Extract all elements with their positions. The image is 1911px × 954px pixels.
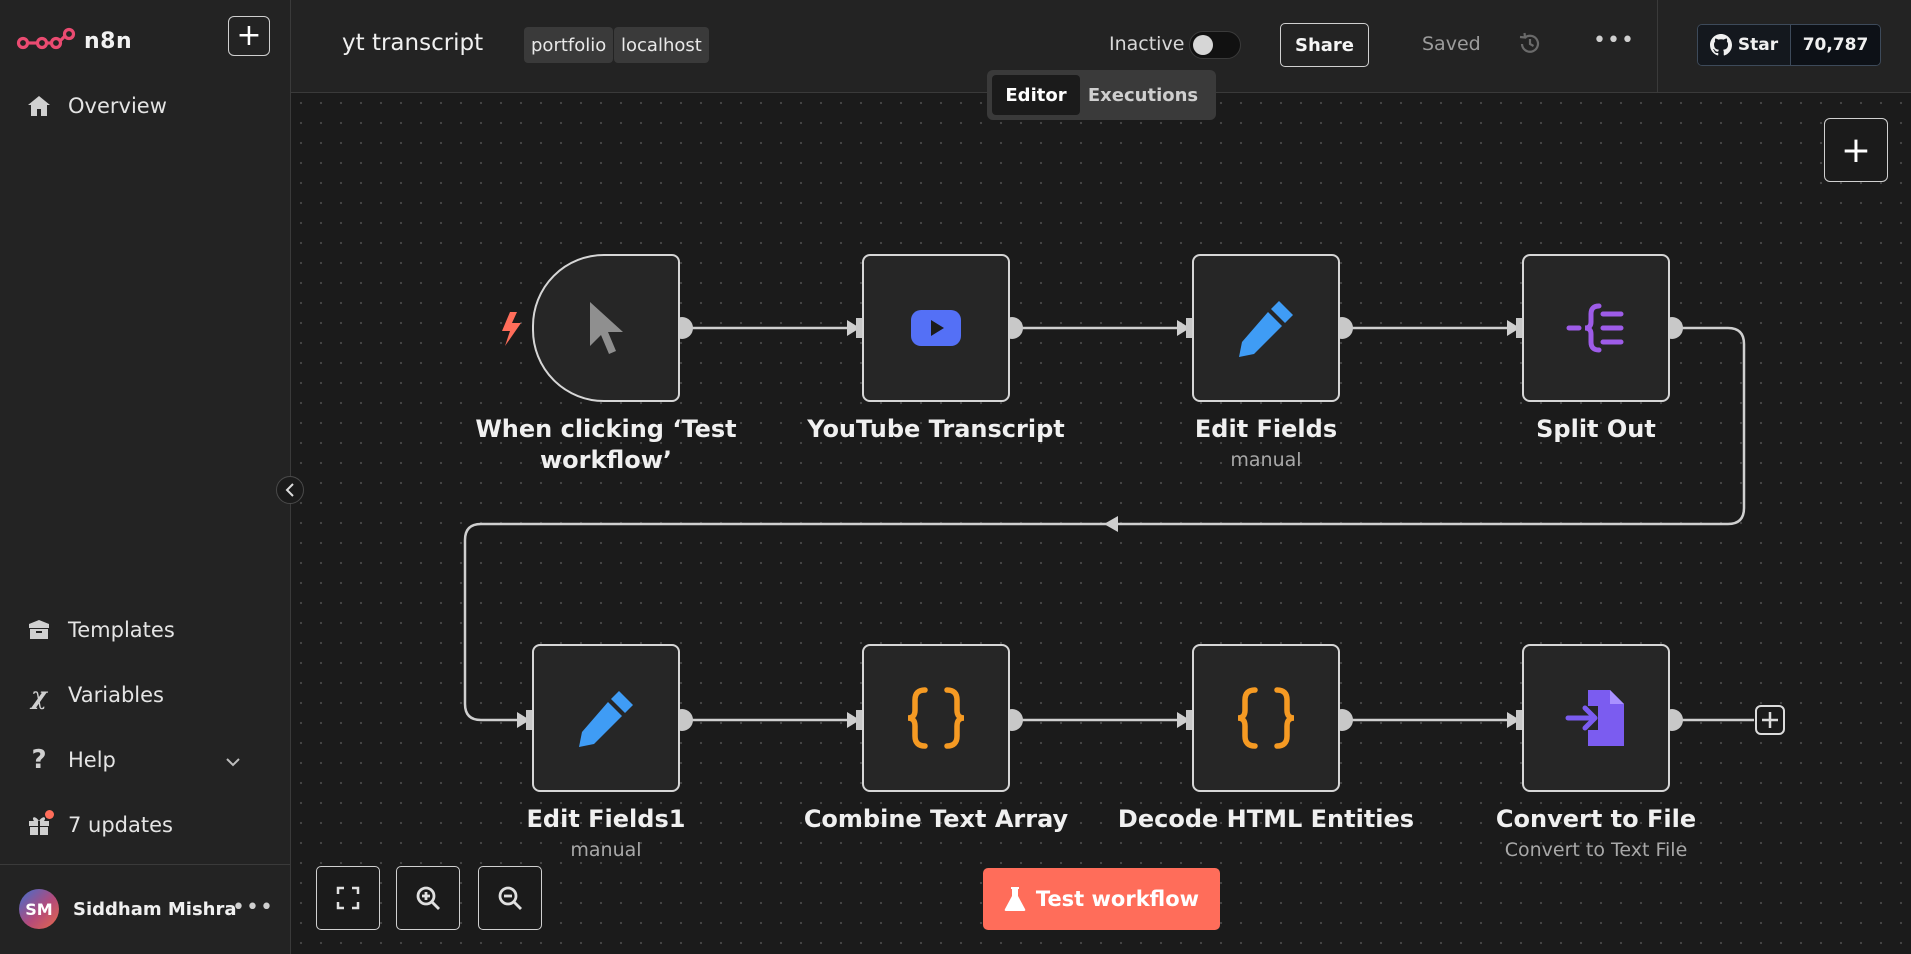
notification-dot (45, 810, 54, 819)
node-title: Edit Fields (1194, 415, 1338, 443)
workflow-title[interactable]: yt transcript (342, 30, 483, 56)
test-workflow-button[interactable]: Test workflow (983, 868, 1220, 930)
more-options-icon[interactable]: ••• (1593, 28, 1635, 53)
node-title: Split Out (1536, 415, 1656, 443)
toggle-knob (1193, 35, 1213, 55)
code-braces-icon (1237, 687, 1295, 749)
github-icon (1709, 34, 1732, 56)
sidebar-item-label: Help (68, 748, 116, 772)
youtube-icon (911, 310, 961, 346)
flask-icon (1004, 887, 1026, 911)
sidebar-item-label: Variables (68, 683, 164, 707)
n8n-logo[interactable]: n8n (16, 26, 132, 56)
n8n-logo-icon (16, 27, 76, 50)
logo-text: n8n (84, 28, 133, 54)
node-combine-text-array[interactable] (862, 644, 1010, 792)
user-menu-icon[interactable]: ••• (232, 895, 274, 920)
sidebar-item-label: Overview (68, 94, 167, 118)
node-youtube-transcript[interactable] (862, 254, 1010, 402)
sidebar-item-overview[interactable]: Overview (26, 93, 167, 119)
view-tabs: Editor Executions (987, 70, 1216, 120)
node-split-out[interactable] (1522, 254, 1670, 402)
node-edit-fields1[interactable] (532, 644, 680, 792)
tag-localhost[interactable]: localhost (614, 27, 709, 63)
github-star-count[interactable]: 70,787 (1791, 25, 1880, 65)
github-star-widget[interactable]: Star 70,787 (1697, 24, 1881, 66)
node-subtitle: manual (1230, 449, 1302, 471)
zoom-to-fit-button[interactable] (316, 866, 380, 930)
zoom-out-icon (498, 886, 522, 910)
zoom-in-icon (416, 886, 440, 910)
saved-status: Saved (1422, 33, 1481, 55)
code-braces-icon (907, 687, 965, 749)
node-decode-html-entities[interactable] (1192, 644, 1340, 792)
user-name: Siddham Mishra (73, 899, 237, 920)
file-import-icon (1565, 690, 1624, 746)
add-node-button[interactable]: + (1824, 118, 1888, 182)
history-icon[interactable] (1517, 31, 1543, 57)
create-new-button[interactable]: + (228, 16, 270, 56)
cursor-icon (590, 302, 623, 354)
tab-executions[interactable]: Executions (1086, 75, 1200, 115)
node-convert-to-file[interactable] (1522, 644, 1670, 792)
sidebar-item-variables[interactable]: χ Variables (26, 680, 164, 710)
fit-view-icon (336, 886, 360, 910)
node-title: Combine Text Array (803, 805, 1069, 833)
variable-icon: χ (31, 680, 47, 710)
sidebar-item-label: Templates (68, 618, 175, 642)
chevron-down-icon[interactable] (226, 752, 240, 771)
github-star-button[interactable]: Star (1698, 25, 1791, 65)
gift-icon (26, 810, 54, 838)
collapse-sidebar-button[interactable] (276, 476, 304, 504)
zoom-in-button[interactable] (396, 866, 460, 930)
node-edit-fields[interactable] (1192, 254, 1340, 402)
home-icon (26, 93, 52, 119)
box-icon (26, 617, 52, 643)
test-workflow-label: Test workflow (1035, 887, 1200, 911)
status-label: Inactive (1109, 33, 1185, 55)
node-title: Edit Fields1 (526, 805, 686, 833)
avatar[interactable]: SM (19, 889, 59, 929)
share-button[interactable]: Share (1280, 23, 1369, 67)
pencil-icon (1239, 301, 1293, 357)
active-toggle[interactable] (1189, 31, 1241, 59)
node-title: Convert to File (1495, 805, 1697, 833)
pencil-icon (579, 691, 633, 747)
sidebar-item-templates[interactable]: Templates (26, 617, 175, 643)
sidebar-item-help[interactable]: ? Help (26, 745, 116, 775)
tab-editor[interactable]: Editor (992, 75, 1080, 115)
sidebar-item-updates[interactable]: 7 updates (26, 810, 173, 838)
node-subtitle: Convert to Text File (1504, 839, 1688, 861)
node-subtitle: manual (570, 839, 642, 861)
tag-portfolio[interactable]: portfolio (524, 27, 614, 63)
question-icon: ? (31, 745, 47, 775)
sidebar: n8n + Overview Templates χ Variables ? H… (0, 0, 291, 954)
header-divider (1657, 0, 1658, 93)
github-star-label: Star (1737, 35, 1779, 55)
node-title: Decode HTML Entities (1117, 805, 1415, 833)
node-trigger[interactable] (532, 254, 680, 402)
node-title: When clicking ‘Test workflow’ (475, 415, 737, 474)
node-title: YouTube Transcript (807, 415, 1065, 443)
split-out-icon (1566, 303, 1624, 353)
zoom-out-button[interactable] (478, 866, 542, 930)
user-bar: SM Siddham Mishra ••• (0, 864, 291, 954)
sidebar-item-label: 7 updates (68, 813, 173, 837)
